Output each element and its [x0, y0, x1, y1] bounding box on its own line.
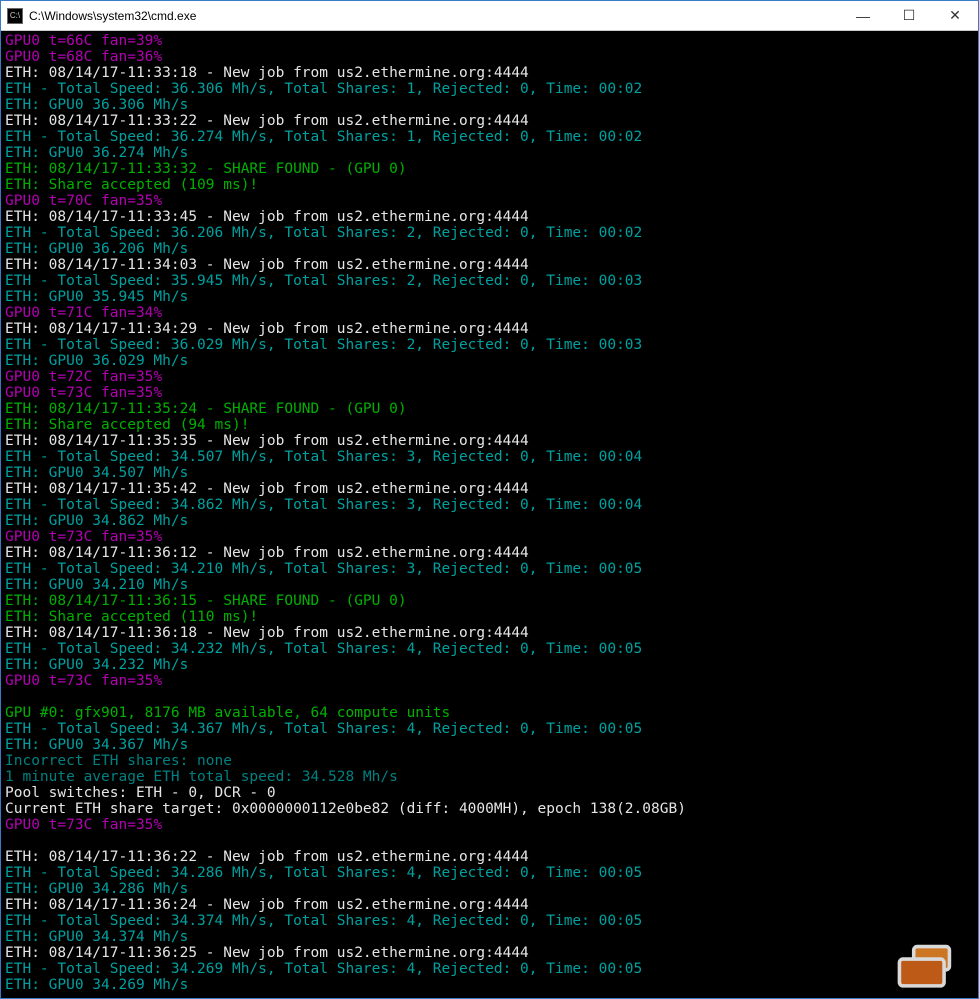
- terminal-line: ETH - Total Speed: 34.210 Mh/s, Total Sh…: [5, 561, 974, 577]
- terminal-line: ETH: 08/14/17-11:36:24 - New job from us…: [5, 897, 974, 913]
- terminal-line: ETH: GPU0 36.029 Mh/s: [5, 353, 974, 369]
- terminal-line: ETH: GPU0 36.274 Mh/s: [5, 145, 974, 161]
- window-controls: — ☐ ✕: [840, 1, 978, 30]
- terminal-line: GPU0 t=73C fan=35%: [5, 529, 974, 545]
- terminal-line: GPU0 t=73C fan=35%: [5, 385, 974, 401]
- terminal-line: ETH - Total Speed: 35.945 Mh/s, Total Sh…: [5, 273, 974, 289]
- terminal-output[interactable]: GPU0 t=66C fan=39%GPU0 t=68C fan=36%ETH:…: [1, 31, 978, 998]
- terminal-line: ETH: Share accepted (110 ms)!: [5, 609, 974, 625]
- terminal-line: ETH: 08/14/17-11:35:24 - SHARE FOUND - (…: [5, 401, 974, 417]
- terminal-line: ETH: 08/14/17-11:34:29 - New job from us…: [5, 321, 974, 337]
- terminal-line: ETH: GPU0 34.210 Mh/s: [5, 577, 974, 593]
- cmd-window: C:\ C:\Windows\system32\cmd.exe — ☐ ✕ GP…: [0, 0, 979, 999]
- terminal-line: ETH: 08/14/17-11:33:45 - New job from us…: [5, 209, 974, 225]
- terminal-line: ETH: 08/14/17-11:33:32 - SHARE FOUND - (…: [5, 161, 974, 177]
- terminal-line: Current ETH share target: 0x0000000112e0…: [5, 801, 974, 817]
- terminal-line: ETH: GPU0 36.206 Mh/s: [5, 241, 974, 257]
- terminal-line: ETH - Total Speed: 34.862 Mh/s, Total Sh…: [5, 497, 974, 513]
- terminal-line: ETH: GPU0 34.286 Mh/s: [5, 881, 974, 897]
- terminal-line: ETH - Total Speed: 36.274 Mh/s, Total Sh…: [5, 129, 974, 145]
- terminal-line: ETH: 08/14/17-11:36:18 - New job from us…: [5, 625, 974, 641]
- window-title: C:\Windows\system32\cmd.exe: [29, 9, 840, 23]
- terminal-line: GPU0 t=70C fan=35%: [5, 193, 974, 209]
- terminal-line: GPU #0: gfx901, 8176 MB available, 64 co…: [5, 705, 974, 721]
- terminal-line: ETH: Share accepted (109 ms)!: [5, 177, 974, 193]
- terminal-line: ETH: GPU0 36.306 Mh/s: [5, 97, 974, 113]
- terminal-line: ETH: 08/14/17-11:34:03 - New job from us…: [5, 257, 974, 273]
- terminal-line: ETH: 08/14/17-11:36:22 - New job from us…: [5, 849, 974, 865]
- maximize-button[interactable]: ☐: [886, 1, 932, 30]
- terminal-line: [5, 689, 974, 705]
- terminal-line: ETH - Total Speed: 34.286 Mh/s, Total Sh…: [5, 865, 974, 881]
- terminal-line: ETH: GPU0 35.945 Mh/s: [5, 289, 974, 305]
- terminal-line: GPU0 t=68C fan=36%: [5, 49, 974, 65]
- terminal-line: GPU0 t=66C fan=39%: [5, 33, 974, 49]
- terminal-line: ETH: 08/14/17-11:35:35 - New job from us…: [5, 433, 974, 449]
- cmd-icon: C:\: [7, 8, 23, 24]
- terminal-line: GPU0 t=73C fan=35%: [5, 673, 974, 689]
- terminal-line: ETH: GPU0 34.862 Mh/s: [5, 513, 974, 529]
- terminal-line: Incorrect ETH shares: none: [5, 753, 974, 769]
- terminal-line: ETH: Share accepted (94 ms)!: [5, 417, 974, 433]
- terminal-line: ETH: 08/14/17-11:36:25 - New job from us…: [5, 945, 974, 961]
- terminal-line: ETH - Total Speed: 36.029 Mh/s, Total Sh…: [5, 337, 974, 353]
- terminal-line: GPU0 t=73C fan=35%: [5, 817, 974, 833]
- terminal-line: ETH - Total Speed: 34.269 Mh/s, Total Sh…: [5, 961, 974, 977]
- terminal-line: GPU0 t=71C fan=34%: [5, 305, 974, 321]
- terminal-line: Pool switches: ETH - 0, DCR - 0: [5, 785, 974, 801]
- terminal-line: ETH - Total Speed: 34.367 Mh/s, Total Sh…: [5, 721, 974, 737]
- terminal-line: ETH: GPU0 34.232 Mh/s: [5, 657, 974, 673]
- terminal-line: ETH: 08/14/17-11:36:15 - SHARE FOUND - (…: [5, 593, 974, 609]
- terminal-line: GPU0 t=72C fan=35%: [5, 369, 974, 385]
- terminal-line: ETH: GPU0 34.507 Mh/s: [5, 465, 974, 481]
- titlebar[interactable]: C:\ C:\Windows\system32\cmd.exe — ☐ ✕: [1, 1, 978, 31]
- terminal-line: ETH: GPU0 34.269 Mh/s: [5, 977, 974, 993]
- terminal-line: ETH - Total Speed: 34.507 Mh/s, Total Sh…: [5, 449, 974, 465]
- close-button[interactable]: ✕: [932, 1, 978, 30]
- terminal-line: ETH: 08/14/17-11:33:18 - New job from us…: [5, 65, 974, 81]
- terminal-line: ETH: GPU0 34.367 Mh/s: [5, 737, 974, 753]
- terminal-line: ETH: GPU0 34.374 Mh/s: [5, 929, 974, 945]
- terminal-line: ETH: 08/14/17-11:33:22 - New job from us…: [5, 113, 974, 129]
- terminal-line: ETH - Total Speed: 36.206 Mh/s, Total Sh…: [5, 225, 974, 241]
- terminal-line: ETH - Total Speed: 34.232 Mh/s, Total Sh…: [5, 641, 974, 657]
- terminal-line: ETH: 08/14/17-11:35:42 - New job from us…: [5, 481, 974, 497]
- minimize-button[interactable]: —: [840, 1, 886, 30]
- terminal-line: 1 minute average ETH total speed: 34.528…: [5, 769, 974, 785]
- terminal-line: [5, 833, 974, 849]
- terminal-line: ETH: 08/14/17-11:36:12 - New job from us…: [5, 545, 974, 561]
- terminal-line: ETH - Total Speed: 36.306 Mh/s, Total Sh…: [5, 81, 974, 97]
- terminal-line: ETH - Total Speed: 34.374 Mh/s, Total Sh…: [5, 913, 974, 929]
